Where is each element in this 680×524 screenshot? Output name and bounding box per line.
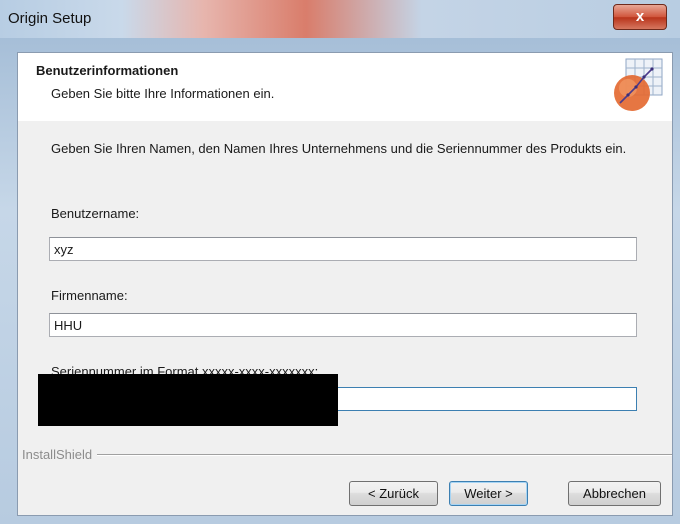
origin-graph-logo-icon — [614, 58, 663, 111]
dialog-header: Benutzerinformationen Geben Sie bitte Ih… — [18, 53, 672, 121]
installshield-brand: InstallShield — [22, 447, 93, 462]
setup-window: Origin Setup x Benutzerinformationen Geb… — [0, 0, 680, 524]
page-subtitle: Geben Sie bitte Ihre Informationen ein. — [51, 86, 275, 101]
close-icon: x — [635, 8, 645, 25]
footer-divider — [97, 454, 672, 456]
next-button[interactable]: Weiter > — [449, 481, 528, 506]
intro-text: Geben Sie Ihren Namen, den Namen Ihres U… — [51, 141, 627, 156]
company-label: Firmenname: — [51, 288, 128, 303]
header-divider — [18, 120, 672, 121]
title-bar[interactable]: Origin Setup x — [0, 0, 680, 38]
username-label: Benutzername: — [51, 206, 140, 221]
redaction-block — [38, 374, 338, 426]
cancel-button[interactable]: Abbrechen — [568, 481, 661, 506]
back-button[interactable]: < Zurück — [349, 481, 438, 506]
username-input[interactable] — [49, 237, 637, 261]
page-title: Benutzerinformationen — [36, 63, 179, 78]
window-title: Origin Setup — [8, 10, 92, 27]
dialog-client-area: Benutzerinformationen Geben Sie bitte Ih… — [17, 52, 673, 516]
company-input[interactable] — [49, 313, 637, 337]
close-button[interactable]: x — [613, 4, 667, 30]
